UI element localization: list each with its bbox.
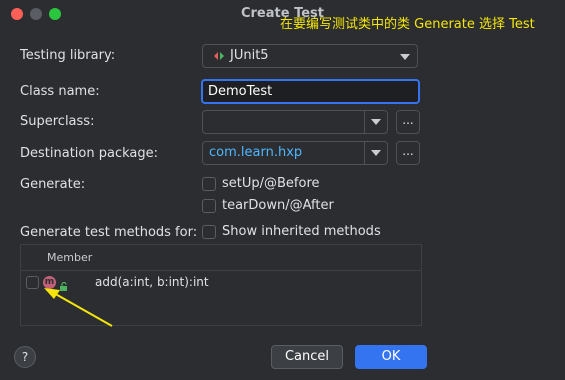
- cancel-button[interactable]: Cancel: [271, 345, 343, 369]
- ok-button[interactable]: OK: [355, 345, 427, 369]
- help-button[interactable]: ?: [14, 346, 36, 368]
- annotation-arrow-icon: [44, 288, 113, 327]
